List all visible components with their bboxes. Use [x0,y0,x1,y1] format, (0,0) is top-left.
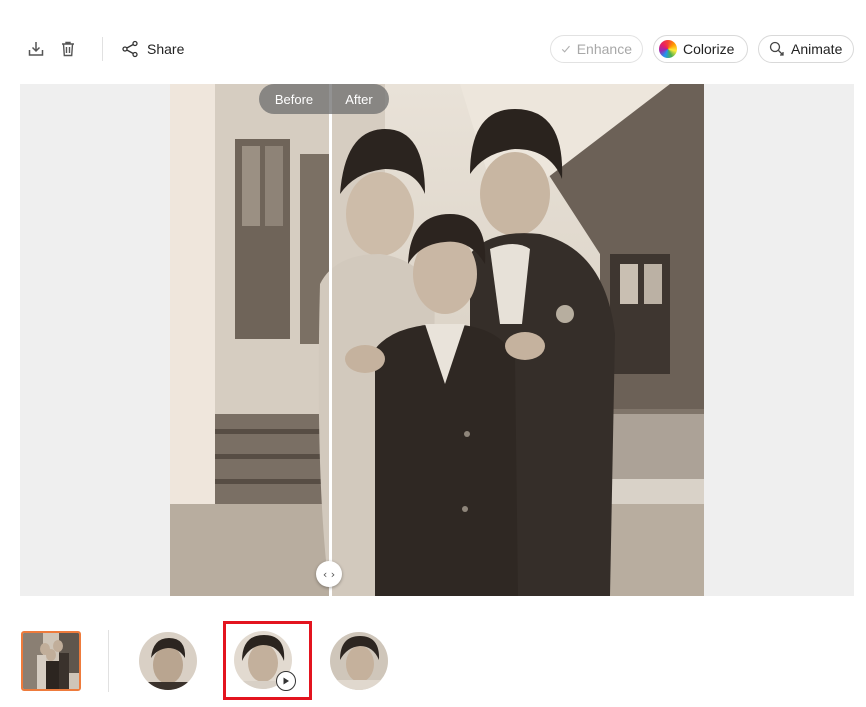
download-icon [28,42,44,56]
animate-icon [769,41,784,56]
toolbar-divider [102,37,103,61]
face-image-1 [139,632,197,690]
colorize-button[interactable]: Colorize [653,35,748,63]
share-button[interactable]: Share [121,38,184,60]
thumbnail-strip [0,620,866,707]
face-thumbnail-3[interactable] [330,632,388,690]
check-icon [561,45,570,53]
share-label: Share [147,41,185,57]
color-wheel-icon [659,40,677,58]
download-button[interactable] [25,38,47,60]
photo-thumbnail-image [23,633,79,689]
enhance-label: Enhance [576,41,632,57]
trash-icon [62,41,74,57]
after-label: After [329,84,389,114]
toolbar: Share Enhance Colorize Animate [0,0,866,84]
vintage-photo-image [170,84,704,596]
photo-thumbnail[interactable] [21,631,81,691]
face-thumbnail-1[interactable] [139,632,197,690]
colorize-label: Colorize [683,41,735,57]
before-label: Before [259,84,329,114]
face-image-3 [330,632,388,690]
compare-slider-line[interactable] [329,84,332,596]
selection-highlight [223,621,312,700]
compare-labels: Before After [259,84,389,114]
compare-slider-handle[interactable]: ‹ › [316,561,342,587]
share-icon [122,40,138,58]
image-viewer: Before After ‹ › [20,84,854,596]
drag-arrows-icon: ‹ › [322,567,336,581]
enhance-button[interactable]: Enhance [550,35,643,63]
delete-button[interactable] [57,38,79,60]
photo [170,84,704,596]
animate-button[interactable]: Animate [758,35,854,63]
animate-label: Animate [791,41,843,57]
thumbnail-divider [108,630,109,692]
